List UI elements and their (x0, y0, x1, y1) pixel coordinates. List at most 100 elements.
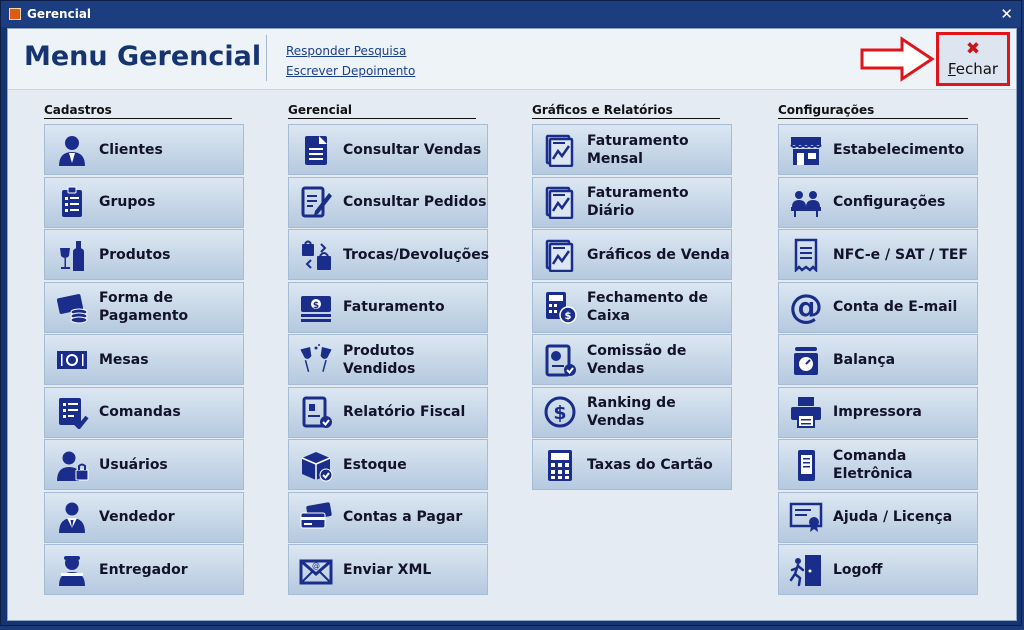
pie-doc-icon (533, 334, 587, 385)
glasses-icon (289, 334, 343, 385)
ranking-de-vendas-button[interactable]: $ Ranking de Vendas (532, 386, 732, 438)
svg-text:@: @ (312, 561, 320, 570)
client-area: Menu Gerencial Responder Pesquisa Escrev… (7, 28, 1017, 621)
faturamento-button[interactable]: $ Faturamento (288, 281, 488, 333)
forma-de-pagamento-button[interactable]: Forma de Pagamento (44, 281, 244, 333)
grupos-button[interactable]: Grupos (44, 176, 244, 228)
menu-item-label: NFC-e / SAT / TEF (833, 246, 968, 263)
envelope-icon: @ (289, 544, 343, 595)
certificate-icon (779, 492, 833, 543)
escrever-depoimento-link[interactable]: Escrever Depoimento (286, 61, 415, 81)
faturamento-mensal-button[interactable]: Faturamento Mensal (532, 124, 732, 175)
wine-icon (45, 229, 99, 280)
edit-doc-icon (289, 177, 343, 228)
box-icon (289, 439, 343, 490)
menu-item-label: Comandas (99, 404, 181, 420)
produtos-vendidos-button[interactable]: Produtos Vendidos (288, 334, 488, 385)
people-table-icon (779, 177, 833, 228)
svg-text:$: $ (553, 402, 566, 424)
document-icon (289, 124, 343, 175)
column-title: Cadastros (44, 103, 232, 119)
consultar-pedidos-button[interactable]: Consultar Pedidos (288, 176, 488, 228)
store-icon (779, 124, 833, 175)
report-check-icon (289, 387, 343, 438)
window-title: Gerencial (27, 7, 92, 21)
list-check-icon (45, 387, 99, 438)
menu-item-label: Estoque (343, 456, 407, 473)
configuracoes-button[interactable]: Configurações (778, 176, 978, 228)
printer-icon (779, 387, 833, 438)
estoque-button[interactable]: Estoque (288, 439, 488, 490)
menu-item-label: Produtos (99, 246, 171, 263)
menu-item-label: Ranking de Vendas (587, 395, 676, 429)
app-icon (9, 8, 21, 20)
comanda-eletronica-button[interactable]: Comanda Eletrônica (778, 439, 978, 490)
nfc-e-sat-tef-button[interactable]: NFC-e / SAT / TEF (778, 229, 978, 280)
column-title: Gerencial (288, 103, 476, 119)
vendedor-button[interactable]: Vendedor (44, 491, 244, 543)
fechar-label: Fechar (947, 59, 999, 78)
conta-de-e-mail-button[interactable]: @ Conta de E-mail (778, 281, 978, 333)
usuarios-button[interactable]: Usuários (44, 439, 244, 490)
user-lock-icon (45, 439, 99, 490)
menu-body: Cadastros Clientes Grupos Produtos Forma de… (8, 91, 1016, 620)
entregador-button[interactable]: Entregador (44, 544, 244, 595)
produtos-button[interactable]: Produtos (44, 229, 244, 280)
faturamento-diario-button[interactable]: Faturamento Diário (532, 176, 732, 228)
column-configuracoes: Configurações Estabelecimento Configuraçõ… (778, 103, 978, 597)
exit-icon (779, 544, 833, 595)
taxas-do-cartao-button[interactable]: Taxas do Cartão (532, 439, 732, 490)
header-divider (266, 35, 267, 81)
person-icon (45, 124, 99, 175)
menu-item-label: Configurações (833, 194, 946, 210)
menu-item-label: Entregador (99, 561, 188, 578)
column-cadastros: Cadastros Clientes Grupos Produtos Forma de… (44, 103, 244, 597)
menu-item-label: Impressora (833, 404, 922, 420)
money-icon: $ (289, 282, 343, 333)
menu-item-label: Faturamento Diário (587, 185, 689, 219)
menu-item-label: Forma de Pagamento (99, 290, 189, 324)
consultar-vendas-button[interactable]: Consultar Vendas (288, 124, 488, 175)
suit-icon (45, 492, 99, 543)
responder-pesquisa-link[interactable]: Responder Pesquisa (286, 41, 415, 61)
ajuda-licenca-button[interactable]: Ajuda / Licença (778, 491, 978, 543)
trocas-devolucoes-button[interactable]: Trocas/Devoluções (288, 229, 490, 280)
menu-item-label: Comanda Eletrônica (833, 447, 913, 482)
menu-item-label: Estabelecimento (833, 141, 965, 158)
red-arrow-annotation (860, 36, 935, 82)
chart-doc-icon (533, 177, 587, 228)
menu-item-label: Produtos Vendidos (343, 342, 416, 377)
comissao-de-vendas-button[interactable]: Comissão de Vendas (532, 334, 732, 385)
comandas-button[interactable]: Comandas (44, 386, 244, 438)
menu-item-label: Trocas/Devoluções (343, 246, 490, 263)
clipboard-icon (45, 177, 99, 228)
column-graficos-relatorios: Gráficos e Relatórios Faturamento Mensal… (532, 103, 732, 492)
balanca-button[interactable]: Balança (778, 334, 978, 385)
menu-item-label: Consultar Pedidos (343, 194, 487, 210)
window-close-button[interactable]: ✕ (1000, 5, 1013, 23)
menu-item-label: Taxas do Cartão (587, 456, 713, 473)
enviar-xml-button[interactable]: @ Enviar XML (288, 544, 488, 595)
relatorio-fiscal-button[interactable]: Relatório Fiscal (288, 386, 488, 438)
logoff-button[interactable]: Logoff (778, 544, 978, 595)
calculator-coin-icon: $ (533, 282, 587, 333)
impressora-button[interactable]: Impressora (778, 386, 978, 438)
mesas-button[interactable]: Mesas (44, 334, 244, 385)
menu-item-label: Conta de E-mail (833, 299, 958, 315)
menu-item-label: Relatório Fiscal (343, 404, 466, 420)
clientes-button[interactable]: Clientes (44, 124, 244, 175)
fechar-button[interactable]: ✖ Fechar (936, 32, 1010, 86)
column-title: Configurações (778, 103, 968, 119)
delivery-icon (45, 544, 99, 595)
page-title: Menu Gerencial (24, 41, 262, 72)
at-icon: @ (779, 282, 833, 333)
contas-a-pagar-button[interactable]: Contas a Pagar (288, 491, 488, 543)
fechamento-de-caixa-button[interactable]: $ Fechamento de Caixa (532, 281, 732, 333)
column-title: Gráficos e Relatórios (532, 103, 720, 119)
cards-icon (289, 492, 343, 543)
estabelecimento-button[interactable]: Estabelecimento (778, 124, 978, 175)
title-bar[interactable]: Gerencial ✕ (1, 1, 1021, 27)
graficos-de-venda-button[interactable]: Gráficos de Venda (532, 229, 732, 280)
x-icon: ✖ (965, 38, 981, 59)
menu-item-label: Mesas (99, 351, 149, 368)
